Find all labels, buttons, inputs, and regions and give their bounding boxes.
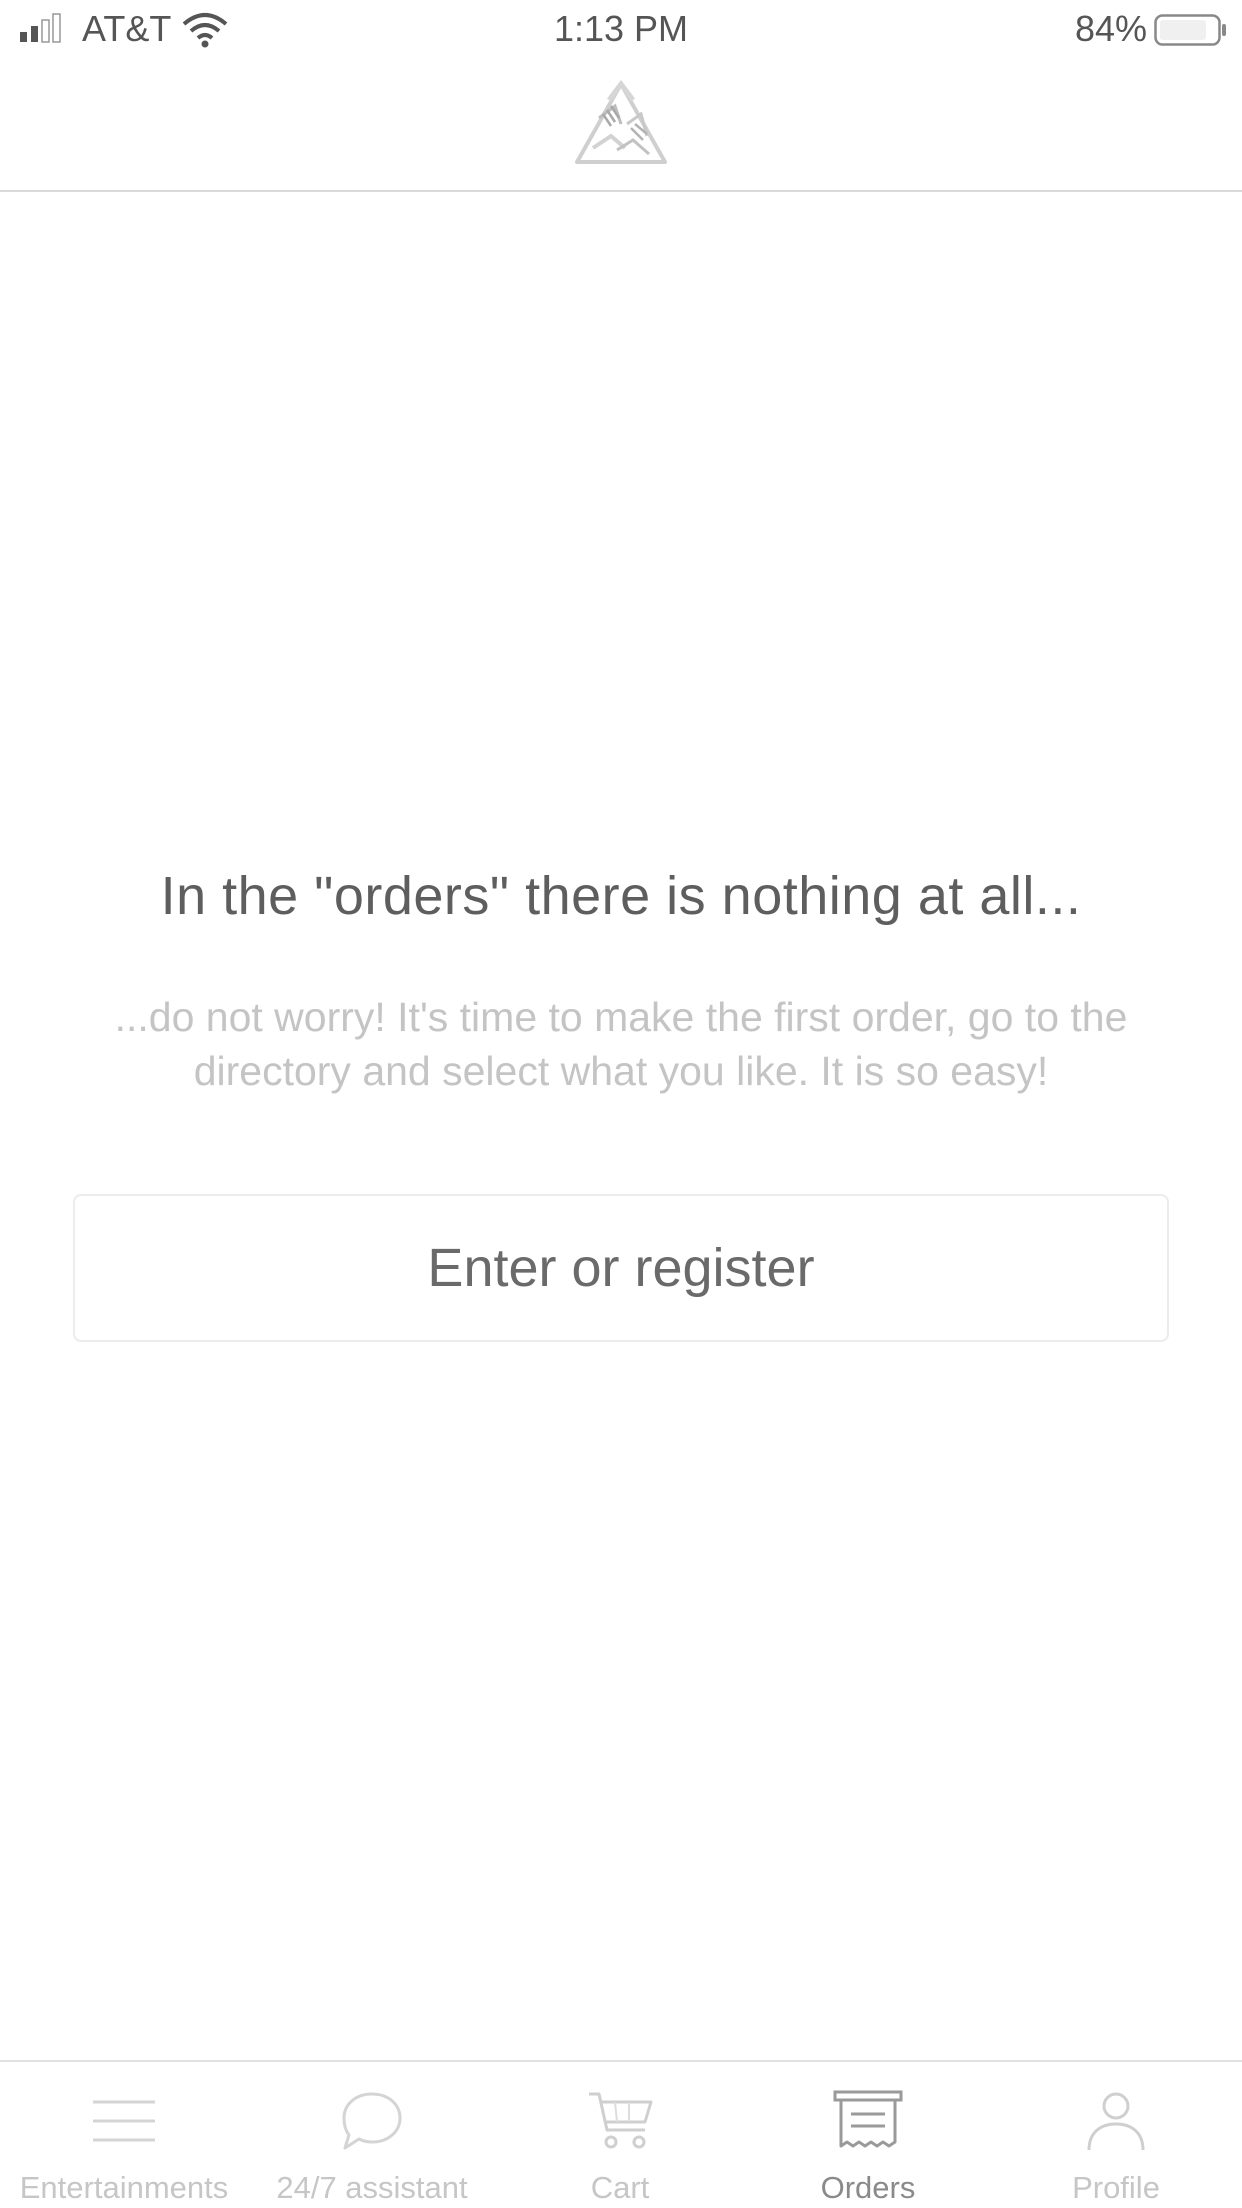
- status-time: 1:13 PM: [553, 8, 689, 49]
- tab-label-orders: Orders: [820, 2170, 916, 2205]
- receipt-icon: [833, 2090, 903, 2148]
- chat-bubble-icon: [342, 2092, 402, 2150]
- tab-cart[interactable]: Cart: [496, 2062, 744, 2208]
- hands-triangle-logo-icon: [575, 79, 667, 164]
- nav-header: [0, 60, 1242, 192]
- person-icon: [1087, 2092, 1145, 2151]
- tab-label-assistant: 24/7 assistant: [276, 2170, 468, 2205]
- battery-percentage: 84%: [1074, 8, 1147, 49]
- tab-profile[interactable]: Profile: [992, 2062, 1240, 2208]
- bottom-tab-bar: Entertainments 24/7 assistant Cart Order…: [0, 2060, 1242, 2208]
- menu-icon: [93, 2100, 155, 2142]
- tab-label-cart: Cart: [590, 2170, 650, 2205]
- empty-state-subtitle: ...do not worry! It's time to make the f…: [114, 994, 1128, 1094]
- tab-entertainments[interactable]: Entertainments: [0, 2062, 248, 2208]
- tab-orders[interactable]: Orders: [744, 2062, 992, 2208]
- tab-label-profile: Profile: [1072, 2170, 1160, 2205]
- tab-label-entertainments: Entertainments: [19, 2170, 229, 2205]
- tab-assistant[interactable]: 24/7 assistant: [248, 2062, 496, 2208]
- empty-state-title: In the "orders" there is nothing at all.…: [160, 866, 1082, 926]
- status-bar: AT&T 1:13 PM 84%: [0, 0, 1242, 60]
- cart-icon: [589, 2092, 653, 2149]
- enter-or-register-button[interactable]: Enter or register: [73, 1194, 1169, 1342]
- battery-icon: [1154, 14, 1226, 46]
